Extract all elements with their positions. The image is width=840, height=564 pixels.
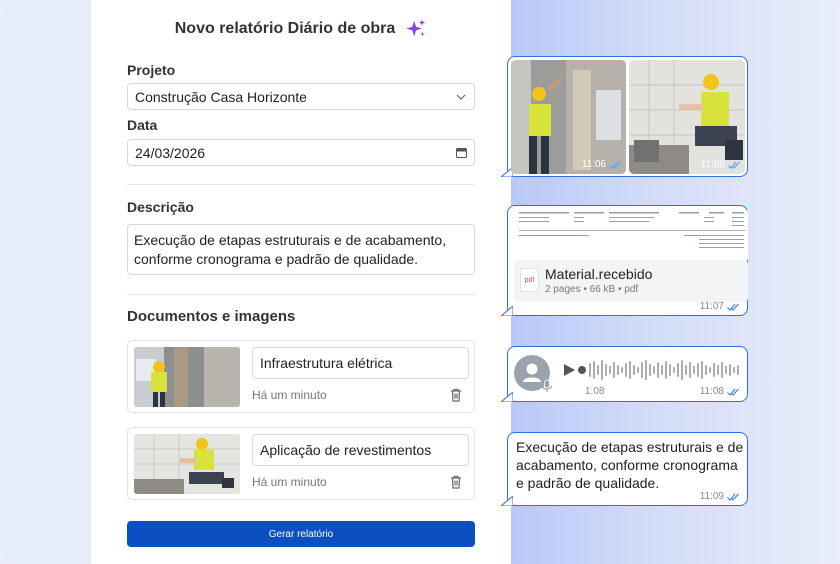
document-thumbnail [134, 434, 240, 494]
date-label: Data [127, 117, 158, 133]
documents-title: Documentos e imagens [127, 308, 296, 325]
chevron-down-icon [456, 94, 466, 100]
double-check-icon [727, 303, 739, 311]
text-message-bubble: Execução de etapas estruturais e de acab… [501, 432, 748, 506]
description-label: Descrição [127, 199, 194, 215]
double-check-icon [727, 493, 739, 501]
document-thumbnail [134, 347, 240, 407]
document-card: Aplicação de revestimentos Há um minuto [127, 427, 475, 500]
pdf-file-info: pdf Material.recebido 2 pages • 66 kB • … [514, 260, 748, 302]
message-text: Execução de etapas estruturais e de acab… [516, 439, 744, 491]
date-input[interactable]: 24/03/2026 [127, 139, 475, 166]
audio-duration: 1:08 [585, 386, 605, 397]
message-timestamp: 11:08 [700, 386, 739, 397]
trash-icon[interactable] [448, 474, 464, 490]
photo-timestamp: 11:06 [701, 159, 740, 170]
divider [127, 294, 475, 295]
project-select[interactable]: Construção Casa Horizonte [127, 83, 475, 110]
double-check-icon [727, 388, 739, 396]
pdf-file-name: Material.recebido [545, 266, 653, 282]
audio-message-bubble: 1:08 11:08 [501, 346, 748, 402]
photo-electrician[interactable]: 11:06 [511, 60, 626, 174]
document-name-input[interactable]: Aplicação de revestimentos [252, 434, 469, 466]
pdf-file-meta: 2 pages • 66 kB • pdf [545, 284, 639, 295]
pdf-message-bubble[interactable]: pdf Material.recebido 2 pages • 66 kB • … [501, 205, 748, 316]
microphone-icon [541, 379, 553, 392]
user-avatar [514, 355, 553, 392]
form-header: Novo relatório Diário de obra [91, 16, 511, 42]
message-time: 11:07 [699, 301, 724, 312]
message-timestamp: 11:07 [700, 301, 739, 312]
form-title: Novo relatório Diário de obra [174, 20, 396, 37]
message-time: 11:09 [699, 491, 724, 502]
divider [127, 184, 475, 185]
photo-timestamp: 11:06 [582, 159, 621, 170]
sparkle-icon [406, 19, 426, 37]
pdf-preview [514, 210, 748, 260]
double-check-icon [728, 161, 740, 169]
date-input-value: 24/03/2026 [135, 144, 206, 161]
document-timestamp: Há um minuto [252, 388, 327, 402]
bubble-tail [501, 496, 513, 506]
audio-waveform[interactable] [578, 357, 742, 383]
document-card: Infraestrutura elétrica Há um minuto [127, 340, 475, 413]
generate-report-button[interactable]: Gerar relatório [127, 521, 475, 547]
document-name-input[interactable]: Infraestrutura elétrica [252, 347, 469, 379]
message-timestamp: 11:09 [700, 491, 739, 502]
message-time: 11:08 [699, 386, 724, 397]
description-textarea[interactable]: Execução de etapas estruturais e de acab… [127, 224, 475, 275]
bubble-tail [501, 392, 513, 402]
trash-icon[interactable] [448, 387, 464, 403]
project-label: Projeto [127, 62, 176, 78]
report-form: Novo relatório Diário de obra Projeto Co… [91, 0, 511, 564]
pdf-icon: pdf [520, 268, 539, 292]
double-check-icon [609, 161, 621, 169]
photo-time: 11:06 [581, 159, 606, 170]
stage: Novo relatório Diário de obra Projeto Co… [0, 0, 840, 564]
document-timestamp: Há um minuto [252, 475, 327, 489]
play-icon[interactable] [562, 363, 576, 377]
calendar-icon[interactable] [456, 147, 467, 158]
bubble-tail [501, 306, 513, 316]
photos-message-bubble: 11:06 11:06 [501, 56, 748, 177]
project-select-value: Construção Casa Horizonte [135, 88, 307, 105]
photo-time: 11:06 [700, 159, 725, 170]
photo-tiling[interactable]: 11:06 [629, 60, 745, 174]
